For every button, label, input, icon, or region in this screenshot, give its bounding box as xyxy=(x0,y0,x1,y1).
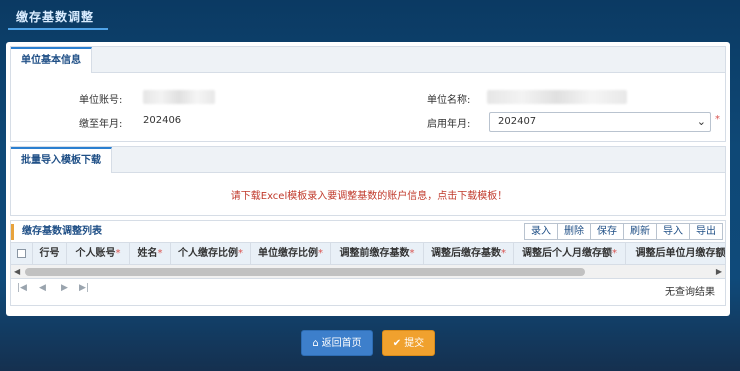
col-personal-ratio: 个人缴存比例* xyxy=(171,243,251,264)
account-value-masked xyxy=(143,90,215,104)
start-label: 启用年月: xyxy=(427,119,471,130)
chevron-down-icon: ⌄ xyxy=(696,115,706,128)
check-icon: ✔ xyxy=(392,338,402,349)
download-tab[interactable]: 批量导入模板下载 xyxy=(11,147,112,173)
grid-toolbar: 录入 删除 保存 刷新 导入 导出 xyxy=(524,223,723,240)
first-page-icon[interactable]: |◀ xyxy=(17,283,27,293)
adjustment-grid: 缴存基数调整列表 录入 删除 保存 刷新 导入 导出 行号 个人账号* 姓名* … xyxy=(10,220,726,306)
grid-title: 缴存基数调整列表 xyxy=(11,224,102,240)
paid-until-label: 缴至年月: xyxy=(79,119,123,130)
scroll-left-icon[interactable]: ◀ xyxy=(14,267,20,276)
col-row-no: 行号 xyxy=(33,243,67,264)
submit-button[interactable]: ✔ 提交 xyxy=(382,330,435,356)
pager: |◀ ◀ ▶ ▶| 无查询结果 xyxy=(11,279,725,299)
next-page-icon[interactable]: ▶ xyxy=(61,283,68,293)
name-value-masked xyxy=(487,90,627,104)
col-name: 姓名* xyxy=(130,243,171,264)
scrollbar-thumb[interactable] xyxy=(25,268,585,276)
main-card: 单位基本信息 单位账号: 单位名称: 缴至年月: 202406 启用年月: 20… xyxy=(6,42,730,316)
start-month-select[interactable]: 202407 ⌄ xyxy=(489,112,711,132)
import-button[interactable]: 导入 xyxy=(656,223,690,240)
start-month-value: 202407 xyxy=(498,116,537,127)
basic-info-tab[interactable]: 单位基本信息 xyxy=(11,47,92,73)
col-unit-ratio: 单位缴存比例* xyxy=(251,243,331,264)
return-home-button[interactable]: ⌂ 返回首页 xyxy=(301,330,373,356)
home-icon: ⌂ xyxy=(312,338,319,349)
col-personal-monthly: 调整后个人月缴存额* xyxy=(514,243,626,264)
export-button[interactable]: 导出 xyxy=(689,223,723,240)
required-mark: * xyxy=(715,114,720,125)
name-label: 单位名称: xyxy=(427,95,471,106)
page-title: 缴存基数调整 xyxy=(16,10,95,24)
template-download-section: 批量导入模板下载 请下载Excel模板录入要调整基数的账户信息，点击下载模板！ xyxy=(10,146,726,216)
add-button[interactable]: 录入 xyxy=(524,223,558,240)
grid-columns: 行号 个人账号* 姓名* 个人缴存比例* 单位缴存比例* 调整前缴存基数* 调整… xyxy=(11,243,725,265)
col-personal-account: 个人账号* xyxy=(67,243,130,264)
col-base-before: 调整前缴存基数* xyxy=(331,243,424,264)
empty-result-text: 无查询结果 xyxy=(665,287,715,298)
col-unit-monthly: 调整后单位月缴存额 xyxy=(626,243,726,264)
save-button[interactable]: 保存 xyxy=(590,223,624,240)
title-underline xyxy=(8,28,108,30)
grid-header: 缴存基数调整列表 录入 删除 保存 刷新 导入 导出 xyxy=(11,221,725,243)
scroll-right-icon[interactable]: ▶ xyxy=(716,267,722,276)
download-message[interactable]: 请下载Excel模板录入要调整基数的账户信息，点击下载模板！ xyxy=(11,187,727,202)
delete-button[interactable]: 删除 xyxy=(557,223,591,240)
basic-info-header: 单位基本信息 xyxy=(11,47,725,73)
header-bar: 缴存基数调整 xyxy=(0,0,740,36)
paid-until-value: 202406 xyxy=(143,115,182,126)
last-page-icon[interactable]: ▶| xyxy=(79,283,89,293)
basic-info-section: 单位基本信息 单位账号: 单位名称: 缴至年月: 202406 启用年月: 20… xyxy=(10,46,726,142)
prev-page-icon[interactable]: ◀ xyxy=(39,283,46,293)
select-all-checkbox[interactable] xyxy=(11,243,33,264)
account-label: 单位账号: xyxy=(79,95,123,106)
horizontal-scrollbar[interactable]: ◀ ▶ xyxy=(11,265,725,279)
refresh-button[interactable]: 刷新 xyxy=(623,223,657,240)
download-header: 批量导入模板下载 xyxy=(11,147,725,173)
col-base-after: 调整后缴存基数* xyxy=(424,243,514,264)
